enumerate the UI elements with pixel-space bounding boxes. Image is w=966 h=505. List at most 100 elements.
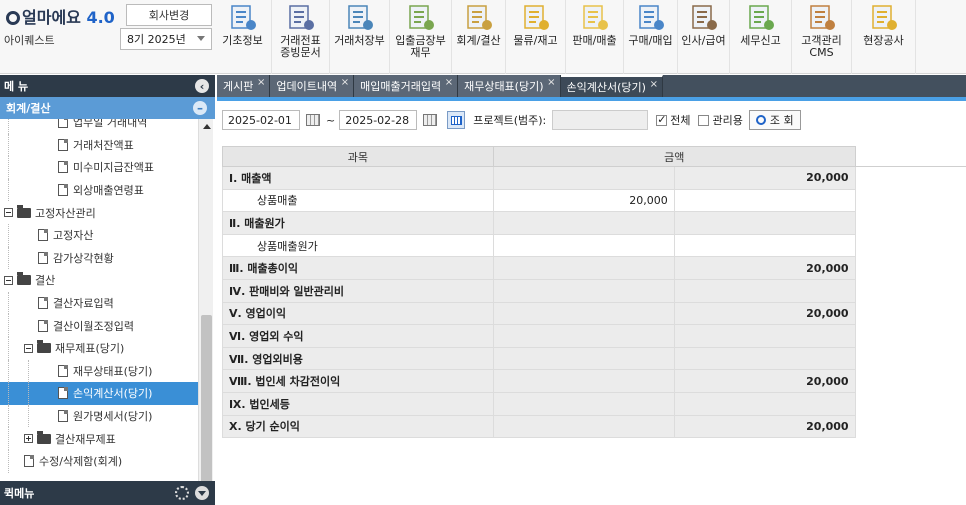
account-cell: Ⅸ. 법인세등: [222, 391, 494, 416]
total-amount-cell: [673, 346, 856, 371]
sales-icon: [581, 4, 609, 32]
table-row[interactable]: Ⅹ. 당기 순이익 20,000: [222, 414, 966, 439]
collapse-icon[interactable]: [4, 275, 13, 285]
company-name: 아이퀘스트: [4, 34, 55, 47]
total-amount-cell: [673, 188, 856, 213]
top-menu-item[interactable]: 물류/재고: [506, 0, 566, 74]
calendar-icon[interactable]: [423, 114, 438, 126]
close-icon[interactable]: ×: [650, 79, 658, 90]
sidebar-tree-item[interactable]: 외상매출연령표: [0, 178, 198, 202]
detail-amount-cell: [492, 414, 675, 439]
top-menu-item[interactable]: 인사/급여: [678, 0, 730, 74]
collapse-icon[interactable]: [24, 343, 33, 353]
tab-label: 재무상태표(당기): [464, 80, 544, 93]
top-menu-label: 판매/매출: [572, 34, 617, 47]
sidebar-tree-item[interactable]: 거래처잔액표: [0, 133, 198, 157]
date-to-input[interactable]: 2025-02-28: [339, 110, 418, 130]
top-menu-item[interactable]: 고객관리 CMS: [792, 0, 852, 74]
sidebar-tree-item[interactable]: 원가명세서(당기): [0, 404, 198, 428]
tab-label: 손익계산서(당기): [566, 81, 646, 94]
close-icon[interactable]: ×: [445, 77, 453, 88]
collapse-sidebar-icon[interactable]: ‹: [195, 79, 209, 93]
tax-report-icon: [747, 4, 775, 32]
document-icon: [24, 455, 34, 468]
calendar-icon[interactable]: [306, 114, 320, 126]
sidebar-tree-item[interactable]: 결산: [0, 269, 198, 292]
table-row[interactable]: 상품매출원가: [222, 233, 966, 258]
sidebar-tree-item[interactable]: 재무상태표(당기): [0, 359, 198, 383]
top-menu-item[interactable]: 입출금장부 재무: [390, 0, 452, 74]
customer-cms-icon: [808, 4, 836, 32]
document-icon: [58, 364, 68, 377]
scroll-thumb[interactable]: [201, 315, 212, 489]
column-header-amount: 금액: [492, 146, 856, 167]
table-row[interactable]: 상품매출 20,000: [222, 188, 966, 213]
top-menu-item[interactable]: 기초정보: [214, 0, 272, 74]
date-from-input[interactable]: 2025-02-01: [222, 110, 300, 130]
expand-icon[interactable]: [24, 434, 33, 444]
close-icon[interactable]: ×: [547, 77, 555, 88]
sidebar-tree-item[interactable]: 결산이월조정입력: [0, 314, 198, 337]
quick-menu-bar: 퀵메뉴: [0, 481, 215, 505]
top-menu-item[interactable]: 현장공사: [852, 0, 916, 74]
collapse-icon[interactable]: [4, 208, 13, 218]
document-icon: [58, 119, 68, 129]
close-icon[interactable]: ×: [257, 77, 265, 88]
sidebar-tree-item[interactable]: 고정자산: [0, 223, 198, 247]
quick-menu-expand-icon[interactable]: [195, 486, 209, 500]
table-row[interactable]: Ⅸ. 법인세등: [222, 391, 966, 416]
period-select[interactable]: 8기 2025년: [120, 28, 212, 50]
tab[interactable]: 재무상태표(당기) ×: [458, 75, 561, 97]
company-change-button[interactable]: 회사변경: [126, 4, 212, 26]
search-button[interactable]: 조 회: [748, 110, 801, 130]
sidebar-tree-item[interactable]: 결산자료입력: [0, 291, 198, 315]
sidebar-tree-item[interactable]: 재무제표(당기): [0, 336, 198, 360]
top-menu-item[interactable]: 세무신고: [730, 0, 792, 74]
all-checkbox[interactable]: [656, 113, 668, 126]
table-row[interactable]: Ⅰ. 매출액 20,000: [222, 166, 966, 190]
top-menu-item[interactable]: 판매/매출: [566, 0, 624, 74]
tab[interactable]: 매입매출거래입력 ×: [354, 75, 459, 97]
sidebar-tree-item[interactable]: 업무일 거래내역: [0, 119, 198, 134]
table-row[interactable]: Ⅴ. 영업이익 20,000: [222, 301, 966, 326]
tab[interactable]: 업데이트내역 ×: [270, 75, 355, 97]
tree-item-label: 결산자료입력: [53, 297, 114, 311]
account-cell: Ⅷ. 법인세 차감전이익: [222, 369, 494, 393]
table-row[interactable]: Ⅶ. 영업외비용: [222, 346, 966, 371]
project-input[interactable]: [552, 110, 649, 130]
top-menu-item[interactable]: 구매/매입: [624, 0, 678, 74]
sidebar-tree-item[interactable]: 고정자산관리: [0, 201, 198, 224]
logo-magnifier-icon: [6, 11, 20, 25]
top-menu-item[interactable]: 회계/결산: [452, 0, 506, 74]
top-menu-label: 구매/매입: [628, 34, 673, 47]
tree-item-label: 결산재무제표: [55, 432, 116, 446]
table-row[interactable]: Ⅵ. 영업외 수익: [222, 324, 966, 348]
section-collapse-icon[interactable]: –: [193, 101, 207, 115]
top-menu-label: 인사/급여: [681, 34, 726, 47]
manage-checkbox[interactable]: [698, 114, 710, 126]
gear-icon[interactable]: [175, 486, 189, 500]
sidebar-tree-item[interactable]: 감가상각현황: [0, 246, 198, 270]
sidebar-tree-item[interactable]: 결산재무제표: [0, 427, 198, 450]
sidebar-tree-item[interactable]: 손익계산서(당기): [0, 382, 198, 405]
tab[interactable]: 게시판 ×: [217, 75, 271, 97]
table-row[interactable]: Ⅲ. 매출총이익 20,000: [222, 256, 966, 280]
date-picker-button[interactable]: [447, 111, 466, 129]
top-menu-item[interactable]: 거래전표 증빙문서: [272, 0, 330, 74]
tab[interactable]: 손익계산서(당기) ×: [560, 75, 663, 97]
folder-icon: [17, 204, 31, 218]
sidebar-tree-item[interactable]: 미수미지급잔액표: [0, 156, 198, 179]
document-icon: [58, 161, 68, 174]
scroll-up-button[interactable]: [199, 119, 214, 133]
close-icon[interactable]: ×: [341, 77, 349, 88]
table-row[interactable]: Ⅳ. 판매비와 일반관리비: [222, 278, 966, 303]
account-cell: Ⅴ. 영업이익: [222, 301, 494, 326]
table-row[interactable]: Ⅷ. 법인세 차감전이익 20,000: [222, 369, 966, 393]
logistics-icon: [522, 4, 550, 32]
tab-underline: [217, 97, 966, 101]
top-menu-item[interactable]: 거래처장부: [330, 0, 390, 74]
sidebar-tree-item[interactable]: 수정/삭제함(회계): [0, 449, 198, 473]
sidebar-section-accounting[interactable]: 회계/결산 –: [0, 97, 215, 119]
sidebar-scrollbar[interactable]: [198, 119, 213, 503]
table-row[interactable]: Ⅱ. 매출원가: [222, 211, 966, 235]
